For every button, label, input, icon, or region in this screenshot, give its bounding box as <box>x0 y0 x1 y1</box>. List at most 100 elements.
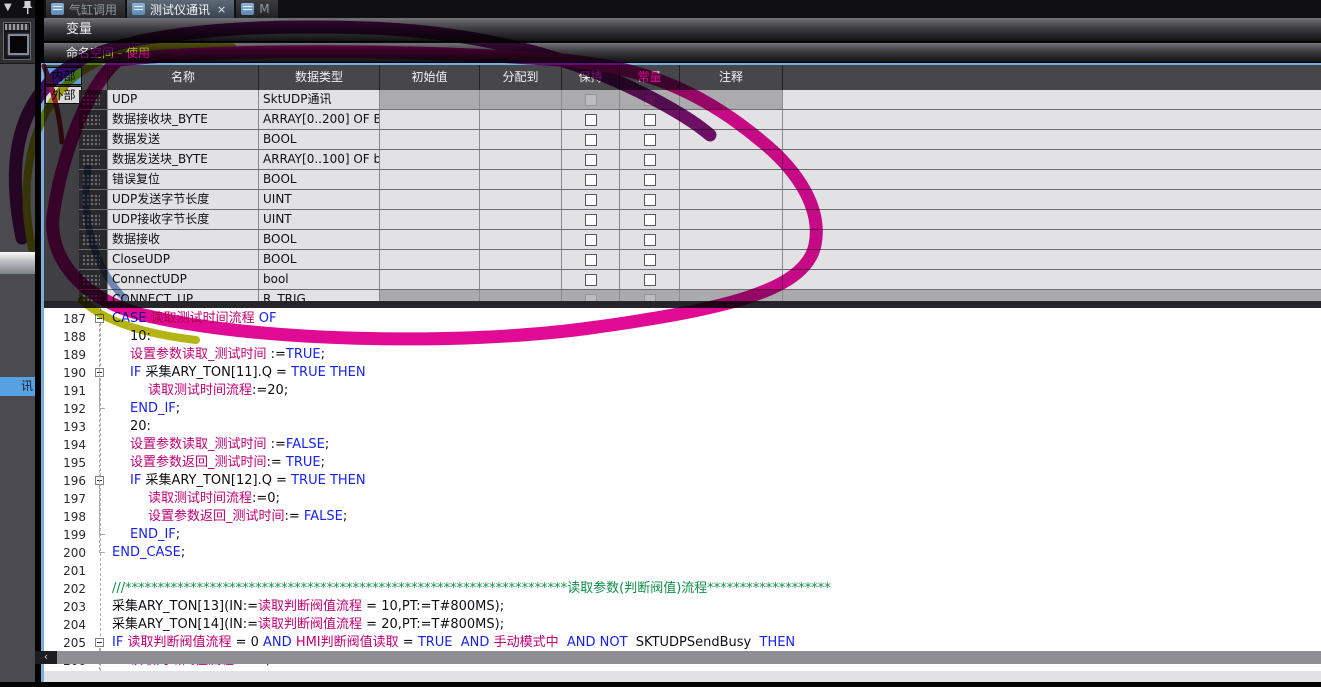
namespace-section-header[interactable]: 命名空间 - 使用 <box>44 43 1321 63</box>
row-drag-handle-icon[interactable] <box>82 114 100 126</box>
cell-assigned-to[interactable] <box>480 190 562 210</box>
code-line-194[interactable]: 设置参数读取_测试时间 :=FALSE; <box>130 436 329 454</box>
table-row-数据发送块_BYTE[interactable]: 数据发送块_BYTEARRAY[0..100] OF byte <box>79 150 1321 170</box>
cell-data-type[interactable]: bool <box>259 270 380 290</box>
code-line-197[interactable]: 读取测试时间流程:=0; <box>148 490 280 508</box>
code-line-189[interactable]: 设置参数读取_测试时间 :=TRUE; <box>130 346 325 364</box>
code-line-190[interactable]: IF 采集ARY_TON[11].Q = TRUE THEN <box>130 364 366 382</box>
cell-constant-checkbox[interactable] <box>644 274 656 286</box>
cell-retain-checkbox[interactable] <box>585 194 597 206</box>
cell-initial-value[interactable] <box>380 210 480 230</box>
cell-assigned-to[interactable] <box>480 90 562 110</box>
cell-assigned-to[interactable] <box>480 210 562 230</box>
cell-constant-checkbox[interactable] <box>644 234 656 246</box>
cell-retain-checkbox[interactable] <box>585 234 597 246</box>
fold-collapse-icon[interactable] <box>95 638 104 647</box>
cell-constant-checkbox[interactable] <box>644 254 656 266</box>
cell-comment[interactable] <box>680 90 783 110</box>
cell-retain-checkbox[interactable] <box>585 134 597 146</box>
cell-initial-value[interactable] <box>380 150 480 170</box>
cell-data-type[interactable]: ARRAY[0..100] OF byte <box>259 150 380 170</box>
table-row-错误复位[interactable]: 错误复位BOOL <box>79 170 1321 190</box>
cell-comment[interactable] <box>680 130 783 150</box>
cell-name[interactable]: UDP <box>108 90 259 110</box>
column-header-分配到[interactable]: 分配到 <box>480 65 562 90</box>
cell-retain-checkbox[interactable] <box>585 294 597 302</box>
code-line-188[interactable]: 10: <box>130 328 151 346</box>
tab-internal-variables[interactable]: 内部 <box>45 67 82 85</box>
cell-name[interactable]: UDP发送字节长度 <box>108 190 259 210</box>
cell-data-type[interactable]: ARRAY[0..200] OF BYTE <box>259 110 380 130</box>
cell-name[interactable]: 数据接收块_BYTE <box>108 110 259 130</box>
cell-assigned-to[interactable] <box>480 250 562 270</box>
code-line-199[interactable]: END_IF; <box>130 526 180 544</box>
cell-data-type[interactable]: UINT <box>259 210 380 230</box>
cell-initial-value[interactable] <box>380 90 480 110</box>
tab-测试仪通讯[interactable]: 测试仪通讯× <box>127 0 234 18</box>
row-drag-handle-icon[interactable] <box>82 174 100 186</box>
cell-assigned-to[interactable] <box>480 130 562 150</box>
table-row-数据接收[interactable]: 数据接收BOOL <box>79 230 1321 250</box>
cell-retain-checkbox[interactable] <box>585 214 597 226</box>
cell-assigned-to[interactable] <box>480 270 562 290</box>
cell-comment[interactable] <box>680 290 783 301</box>
tab-M[interactable]: M <box>236 0 277 18</box>
cell-initial-value[interactable] <box>380 290 480 301</box>
cell-initial-value[interactable] <box>380 170 480 190</box>
panel-splitter[interactable] <box>44 301 1321 308</box>
cell-comment[interactable] <box>680 170 783 190</box>
code-line-202[interactable]: ///*************************************… <box>112 580 831 598</box>
cell-name[interactable]: ConnectUDP <box>108 270 259 290</box>
controller-panel[interactable] <box>0 18 35 64</box>
cell-comment[interactable] <box>680 230 783 250</box>
code-line-187[interactable]: CASE 读取测试时间流程 OF <box>112 310 276 328</box>
close-icon[interactable]: × <box>217 3 226 16</box>
pin-icon[interactable] <box>22 0 33 18</box>
cell-assigned-to[interactable] <box>480 230 562 250</box>
cell-assigned-to[interactable] <box>480 110 562 130</box>
dropdown-arrow-icon[interactable]: ▼ <box>4 2 12 13</box>
cell-name[interactable]: UDP接收字节长度 <box>108 210 259 230</box>
tab-external-variables[interactable]: 外部 <box>45 86 82 104</box>
sidebar-tree-item-selected[interactable]: 讯 <box>0 377 35 396</box>
code-line-193[interactable]: 20: <box>130 418 151 436</box>
cell-constant-checkbox[interactable] <box>644 94 656 106</box>
table-row-UDP[interactable]: UDPSktUDP通讯 <box>79 90 1321 110</box>
code-line-200[interactable]: END_CASE; <box>112 544 185 562</box>
cell-retain-checkbox[interactable] <box>585 114 597 126</box>
cell-initial-value[interactable] <box>380 110 480 130</box>
table-row-CloseUDP[interactable]: CloseUDPBOOL <box>79 250 1321 270</box>
table-row-数据接收块_BYTE[interactable]: 数据接收块_BYTEARRAY[0..200] OF BYTE <box>79 110 1321 130</box>
cell-retain-checkbox[interactable] <box>585 274 597 286</box>
cell-name[interactable]: 错误复位 <box>108 170 259 190</box>
cell-constant-checkbox[interactable] <box>644 194 656 206</box>
cell-assigned-to[interactable] <box>480 290 562 301</box>
cell-name[interactable]: CloseUDP <box>108 250 259 270</box>
cell-assigned-to[interactable] <box>480 170 562 190</box>
cell-data-type[interactable]: BOOL <box>259 130 380 150</box>
cell-data-type[interactable]: BOOL <box>259 250 380 270</box>
cell-constant-checkbox[interactable] <box>644 214 656 226</box>
cell-constant-checkbox[interactable] <box>644 174 656 186</box>
cell-data-type[interactable]: SktUDP通讯 <box>259 90 380 110</box>
cell-name[interactable]: CONNECT_UP <box>108 290 259 301</box>
code-line-192[interactable]: END_IF; <box>130 400 180 418</box>
horizontal-scrollbar[interactable]: ‹ <box>35 651 1321 664</box>
code-line-191[interactable]: 读取测试时间流程:=20; <box>148 382 288 400</box>
cell-data-type[interactable]: UINT <box>259 190 380 210</box>
cell-comment[interactable] <box>680 250 783 270</box>
column-header-保持[interactable]: 保持 <box>562 65 620 90</box>
cell-retain-checkbox[interactable] <box>585 154 597 166</box>
scrollbar-track[interactable] <box>57 651 1321 664</box>
row-drag-handle-icon[interactable] <box>82 214 100 226</box>
cell-initial-value[interactable] <box>380 270 480 290</box>
cell-data-type[interactable]: R_TRIG <box>259 290 380 301</box>
row-drag-handle-icon[interactable] <box>82 254 100 266</box>
cell-initial-value[interactable] <box>380 190 480 210</box>
cell-data-type[interactable]: BOOL <box>259 170 380 190</box>
table-row-UDP发送字节长度[interactable]: UDP发送字节长度UINT <box>79 190 1321 210</box>
column-header-名称[interactable]: 名称 <box>108 65 259 90</box>
cell-name[interactable]: 数据发送块_BYTE <box>108 150 259 170</box>
cell-constant-checkbox[interactable] <box>644 294 656 302</box>
cell-constant-checkbox[interactable] <box>644 134 656 146</box>
